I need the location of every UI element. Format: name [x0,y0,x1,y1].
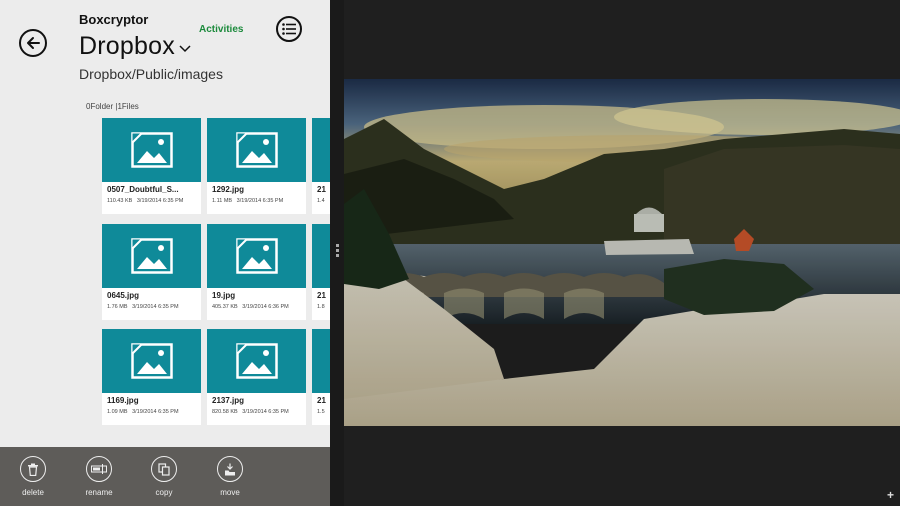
image-file-icon [235,132,278,168]
file-tile[interactable]: 2137.jpg 820.58 KB 3/19/2014 6:35 PM [207,329,306,425]
folder-count: 0Folder [86,102,114,111]
rename-label: rename [85,488,113,497]
activities-link[interactable]: Activities [199,24,243,35]
delete-button[interactable]: delete [8,456,58,497]
image-file-icon [130,238,173,274]
copy-label: copy [155,488,173,497]
folder-path: Dropbox/Public/images [79,66,223,82]
file-meta: 1.09 MB 3/19/2014 6:35 PM [107,409,179,415]
image-file-icon [235,343,278,379]
file-meta: 1.8 [317,304,325,310]
file-count: |1Files [115,102,139,111]
image-preview-pane: + [344,0,900,506]
trash-icon [28,463,38,476]
file-tile[interactable]: 1169.jpg 1.09 MB 3/19/2014 6:35 PM [102,329,201,425]
file-meta: 405.37 KB 3/19/2014 6:36 PM [212,304,289,310]
rename-button[interactable]: rename [74,456,124,497]
move-icon [225,463,235,475]
back-button[interactable] [19,29,47,57]
file-meta: 110.43 KB 3/19/2014 6:35 PM [107,198,184,204]
file-tile[interactable]: 0507_Doubtful_S... 110.43 KB 3/19/2014 6… [102,118,201,214]
file-browser-pane: Boxcryptor Dropbox Activities Dropbox/Pu… [0,0,330,506]
file-name: 21 [317,185,326,194]
file-tile[interactable]: 19.jpg 405.37 KB 3/19/2014 6:36 PM [207,224,306,320]
file-name: 21 [317,291,326,300]
file-tile[interactable]: 21 1.4 [312,118,330,214]
splitter-grip[interactable] [336,244,339,262]
rename-icon [91,464,107,474]
image-file-icon [130,132,173,168]
app-name: Boxcryptor [79,12,149,27]
file-name: 19.jpg [212,291,236,300]
file-meta: 1.5 [317,409,325,415]
copy-button[interactable]: copy [139,456,189,497]
file-tile[interactable]: 0645.jpg 1.76 MB 3/19/2014 6:35 PM [102,224,201,320]
file-name: 0507_Doubtful_S... [107,185,179,194]
pane-splitter[interactable] [330,0,344,506]
file-name: 1292.jpg [212,185,245,194]
back-arrow-icon [27,37,40,49]
file-name: 1169.jpg [107,396,139,405]
move-button[interactable]: move [205,456,255,497]
delete-label: delete [22,488,44,497]
file-meta: 1.11 MB 3/19/2014 6:35 PM [212,198,284,204]
image-file-icon [235,238,278,274]
move-label: move [220,488,240,497]
list-menu-icon [282,23,296,35]
preview-photo [344,79,900,426]
service-selector[interactable]: Dropbox [79,32,191,61]
list-menu-button[interactable] [276,16,302,42]
file-meta: 1.76 MB 3/19/2014 6:35 PM [107,304,179,310]
item-counts: 0Folder |1Files [86,102,139,111]
file-tile[interactable]: 1292.jpg 1.11 MB 3/19/2014 6:35 PM [207,118,306,214]
file-name: 2137.jpg [212,396,245,405]
plus-icon[interactable]: + [887,488,894,502]
image-file-icon [130,343,173,379]
file-name: 21 [317,396,326,405]
file-tile[interactable]: 21 1.5 [312,329,330,425]
chevron-down-icon [179,44,191,52]
file-meta: 820.58 KB 3/19/2014 6:35 PM [212,409,289,415]
file-name: 0645.jpg [107,291,140,300]
copy-icon [158,462,170,476]
app-bar: delete rename copy move [0,447,330,506]
file-tile[interactable]: 21 1.8 [312,224,330,320]
file-meta: 1.4 [317,198,325,204]
service-name: Dropbox [79,32,175,60]
